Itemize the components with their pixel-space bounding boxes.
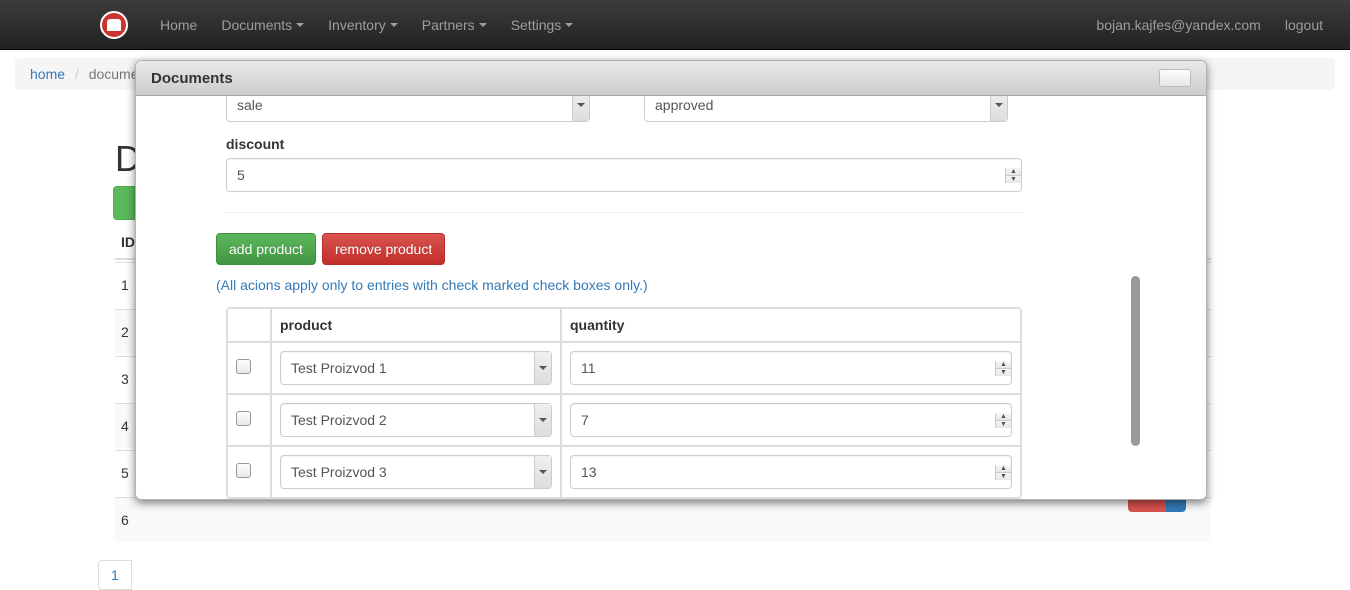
nav-right: bojan.kajfes@yandex.com logout (742, 2, 1336, 48)
type-select[interactable]: sale (226, 96, 590, 122)
chevron-down-icon (995, 103, 1003, 107)
chevron-down-icon (539, 470, 547, 474)
dropdown-toggle[interactable] (534, 352, 551, 384)
remove-product-button[interactable]: remove product (322, 233, 445, 265)
spinner-down-icon[interactable]: ▼ (1006, 176, 1021, 183)
row-checkbox[interactable] (236, 359, 251, 374)
chevron-down-icon (539, 366, 547, 370)
modal-body: sale approved discount 5 ▲▼ add product … (136, 96, 1206, 500)
nav-left: Home Documents Inventory Partners Settin… (148, 2, 742, 48)
add-button-bg[interactable] (113, 186, 135, 220)
nav-logout[interactable]: logout (1273, 2, 1335, 48)
table-row: Test Proizvod 3 13 ▲▼ (227, 446, 1021, 498)
dropdown-toggle[interactable] (534, 404, 551, 436)
quantity-input[interactable]: 13 ▲▼ (570, 455, 1012, 489)
status-select[interactable]: approved (644, 96, 1008, 122)
row-checkbox[interactable] (236, 411, 251, 426)
quantity-value: 7 (581, 412, 589, 428)
hint-text: (All acions apply only to entries with c… (216, 277, 1116, 293)
nav-inventory[interactable]: Inventory (316, 2, 410, 48)
dropdown-toggle[interactable] (572, 96, 589, 121)
nav-logout-label: logout (1285, 17, 1323, 33)
spinner-up-icon[interactable]: ▲ (1006, 168, 1021, 176)
type-select-value: sale (237, 97, 263, 113)
product-select[interactable]: Test Proizvod 2 (280, 403, 552, 437)
modal-header: Documents (136, 61, 1206, 96)
spinner-down-icon[interactable]: ▼ (996, 369, 1011, 376)
quantity-value: 11 (581, 360, 596, 376)
bg-row: 6 (115, 497, 1211, 542)
chevron-down-icon (296, 23, 304, 27)
products-table: product quantity Test Proizvod 1 11▲▼ Te… (226, 307, 1022, 499)
nav-home-label: Home (160, 17, 197, 33)
status-select-value: approved (655, 97, 713, 113)
spinner-down-icon[interactable]: ▼ (996, 421, 1011, 428)
table-row: Test Proizvod 1 11 ▲▼ (227, 342, 1021, 394)
dropdown-toggle[interactable] (990, 96, 1007, 121)
chevron-down-icon (565, 23, 573, 27)
modal-title: Documents (151, 70, 233, 87)
chevron-down-icon (479, 23, 487, 27)
discount-input[interactable]: 5 ▲▼ (226, 158, 1022, 192)
spinner-up-icon[interactable]: ▲ (996, 465, 1011, 473)
spinner[interactable]: ▲▼ (995, 361, 1011, 376)
add-product-button[interactable]: add product (216, 233, 316, 265)
th-product: product (271, 308, 561, 342)
spinner-up-icon[interactable]: ▲ (996, 361, 1011, 369)
nav-partners[interactable]: Partners (410, 2, 499, 48)
discount-label: discount (226, 136, 1116, 152)
nav-user-label: bojan.kajfes@yandex.com (1096, 17, 1260, 33)
row-checkbox[interactable] (236, 463, 251, 478)
nav-home[interactable]: Home (148, 2, 209, 48)
product-select[interactable]: Test Proizvod 3 (280, 455, 552, 489)
spinner[interactable]: ▲▼ (995, 465, 1011, 480)
breadcrumb-home[interactable]: home (30, 66, 65, 82)
product-select-value: Test Proizvod 3 (291, 464, 387, 480)
quantity-input[interactable]: 11 ▲▼ (570, 351, 1012, 385)
spinner-down-icon[interactable]: ▼ (996, 473, 1011, 480)
chevron-down-icon (390, 23, 398, 27)
spinner[interactable]: ▲▼ (995, 413, 1011, 428)
chevron-down-icon (577, 103, 585, 107)
nav-documents[interactable]: Documents (209, 2, 316, 48)
nav-documents-label: Documents (221, 17, 292, 33)
quantity-value: 13 (581, 464, 597, 480)
spinner-up-icon[interactable]: ▲ (996, 413, 1011, 421)
dropdown-toggle[interactable] (534, 456, 551, 488)
chevron-down-icon (539, 418, 547, 422)
discount-value: 5 (237, 167, 245, 183)
th-quantity: quantity (561, 308, 1021, 342)
pager-page-1[interactable]: 1 (98, 560, 132, 590)
divider (226, 212, 1022, 213)
quantity-input[interactable]: 7 ▲▼ (570, 403, 1012, 437)
nav-settings-label: Settings (511, 17, 562, 33)
table-row: Test Proizvod 2 7 ▲▼ (227, 394, 1021, 446)
breadcrumb-separator: / (69, 66, 85, 82)
nav-partners-label: Partners (422, 17, 475, 33)
modal-close-button[interactable] (1159, 69, 1191, 87)
navbar: Home Documents Inventory Partners Settin… (0, 0, 1350, 50)
nav-settings[interactable]: Settings (499, 2, 586, 48)
product-select-value: Test Proizvod 1 (291, 360, 387, 376)
nav-inventory-label: Inventory (328, 17, 386, 33)
product-select[interactable]: Test Proizvod 1 (280, 351, 552, 385)
scrollbar-thumb[interactable] (1131, 276, 1140, 446)
spinner[interactable]: ▲▼ (1005, 168, 1021, 183)
documents-modal: Documents sale approved discount 5 ▲▼ ad… (135, 60, 1207, 500)
product-select-value: Test Proizvod 2 (291, 412, 387, 428)
brand-logo[interactable] (100, 11, 128, 39)
th-checkbox (227, 308, 271, 342)
nav-user[interactable]: bojan.kajfes@yandex.com (1084, 2, 1272, 48)
breadcrumb-current: docume (89, 66, 139, 82)
